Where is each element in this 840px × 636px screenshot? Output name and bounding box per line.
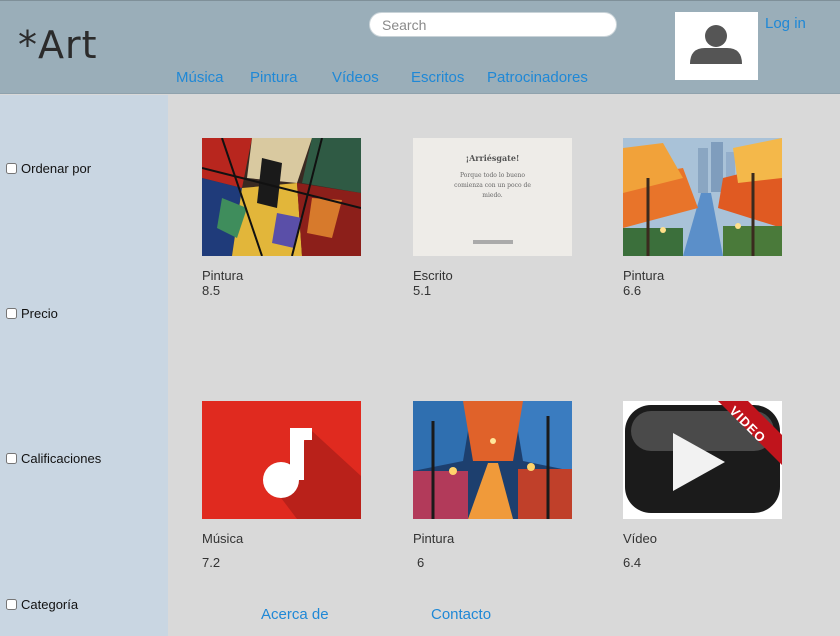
card-category: Música — [202, 531, 244, 546]
autumn-city-painting-icon[interactable] — [623, 138, 782, 256]
card-item[interactable]: Música 7.2 — [202, 401, 362, 570]
login-link[interactable]: Log in — [765, 15, 806, 32]
card-item[interactable]: ¡Arriésgate! Porque todo lo bueno comien… — [413, 138, 573, 298]
filter-precio[interactable]: Precio — [6, 306, 58, 321]
music-note-icon[interactable] — [202, 401, 361, 519]
filter-label: Categoría — [21, 597, 79, 612]
card-score: 6 — [417, 555, 425, 570]
nav-pintura[interactable]: Pintura — [250, 69, 298, 86]
filter-label: Precio — [21, 306, 58, 321]
card-score: 7.2 — [202, 555, 221, 570]
card-item[interactable]: VIDEO Vídeo 6.4 — [623, 401, 783, 570]
avatar[interactable] — [675, 12, 758, 80]
filter-calificaciones[interactable]: Calificaciones — [6, 451, 101, 466]
about-link[interactable]: Acerca de — [261, 606, 329, 623]
card-score: 8.5 — [202, 283, 221, 298]
card-item[interactable]: Pintura 8.5 — [202, 138, 362, 298]
card-category: Vídeo — [623, 531, 657, 546]
filter-calificaciones-checkbox[interactable] — [6, 453, 17, 464]
filter-precio-checkbox[interactable] — [6, 308, 17, 319]
filter-categoria[interactable]: Categoría — [6, 597, 78, 612]
quote-text-icon[interactable]: ¡Arriésgate! Porque todo lo bueno comien… — [413, 138, 572, 256]
card-category: Pintura — [623, 268, 665, 283]
card-category: Pintura — [202, 268, 244, 283]
quote-body: Porque todo lo bueno comienza con un poc… — [454, 172, 531, 199]
filter-label: Calificaciones — [21, 451, 102, 466]
filter-categoria-checkbox[interactable] — [6, 599, 17, 610]
video-play-icon[interactable]: VIDEO — [623, 401, 782, 519]
card-score: 5.1 — [413, 283, 432, 298]
quote-title: ¡Arriésgate! — [465, 153, 520, 163]
filter-ordenar-por[interactable]: Ordenar por — [6, 161, 91, 176]
nav-videos[interactable]: Vídeos — [332, 69, 379, 86]
rainy-park-painting-icon[interactable] — [413, 401, 572, 519]
contact-link[interactable]: Contacto — [431, 606, 491, 623]
card-item[interactable]: Pintura 6 — [413, 401, 573, 570]
card-item[interactable]: Pintura 6.6 — [623, 138, 783, 298]
filter-ordenar-por-checkbox[interactable] — [6, 163, 17, 174]
card-score: 6.6 — [623, 283, 642, 298]
quote-footer-mark — [473, 240, 513, 244]
filter-label: Ordenar por — [21, 161, 92, 176]
card-score: 6.4 — [623, 555, 642, 570]
nav-musica[interactable]: Música — [176, 69, 224, 86]
header: *Art Log in Música Pintura Vídeos Escrit… — [0, 0, 840, 94]
card-category: Escrito — [413, 268, 453, 283]
search-input[interactable] — [369, 12, 617, 37]
filter-sidebar: Ordenar por Precio Calificaciones Catego… — [0, 95, 168, 636]
user-icon — [690, 25, 742, 64]
card-category: Pintura — [413, 531, 455, 546]
site-logo[interactable]: *Art — [18, 23, 98, 67]
nav-patrocinadores[interactable]: Patrocinadores — [487, 69, 588, 86]
cubist-painting-icon[interactable] — [202, 138, 361, 256]
nav-escritos[interactable]: Escritos — [411, 69, 464, 86]
